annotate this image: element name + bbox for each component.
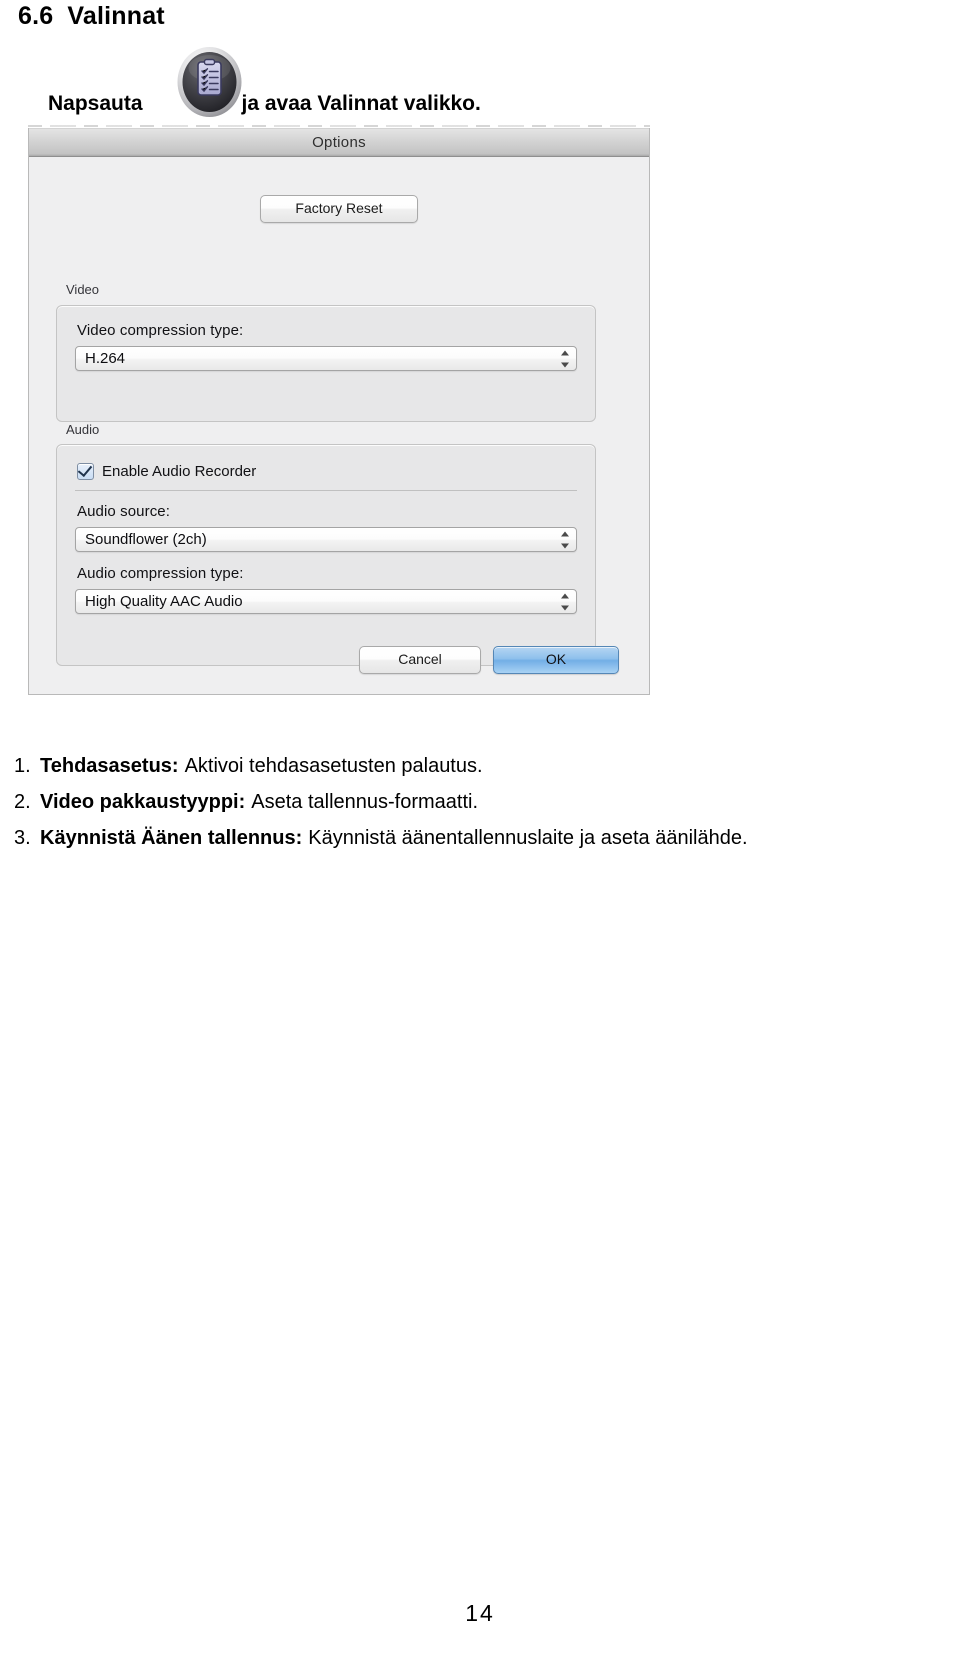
section-title: Valinnat: [67, 2, 165, 30]
step-number: 2.: [14, 791, 31, 813]
step-term: Käynnistä Äänen tallennus:: [40, 827, 303, 849]
factory-reset-button[interactable]: Factory Reset: [260, 195, 418, 223]
step-number: 3.: [14, 827, 31, 849]
video-group-label: Video: [62, 282, 104, 297]
dialog-body: Factory Reset Video Video compression ty…: [29, 157, 649, 694]
list-item: 3. Käynnistä Äänen tallennus: Käynnistä ä…: [14, 820, 950, 856]
divider: [75, 490, 577, 491]
instruction-text-after: ja avaa Valinnat valikko.: [241, 92, 481, 115]
audio-compression-select[interactable]: High Quality AAC Audio: [75, 589, 577, 614]
list-item: 1. Tehdasasetus: Aktivoi tehdasasetusten …: [14, 748, 950, 784]
steps-list: 1. Tehdasasetus: Aktivoi tehdasasetusten …: [14, 748, 950, 856]
audio-group-label: Audio: [62, 422, 104, 437]
audio-source-label: Audio source:: [77, 503, 171, 520]
instruction-text-before: Napsauta: [48, 92, 143, 115]
step-term: Video pakkaustyyppi:: [40, 791, 246, 813]
page-number: 14: [465, 1600, 495, 1626]
chevron-updown-icon[interactable]: [560, 531, 569, 548]
ok-button[interactable]: OK: [493, 646, 619, 674]
enable-audio-recorder-label: Enable Audio Recorder: [102, 463, 257, 480]
step-description: Aseta tallennus-formaatti.: [251, 791, 479, 813]
options-clipboard-icon: [176, 46, 243, 118]
checkmark-icon: [77, 461, 93, 478]
section-number: 6.6: [18, 2, 54, 30]
audio-group: Enable Audio Recorder Audio source: Soun…: [56, 444, 596, 666]
audio-compression-value: High Quality AAC Audio: [85, 593, 243, 610]
chevron-updown-icon[interactable]: [560, 593, 569, 610]
page-title: 6.6 Valinnat: [18, 2, 165, 31]
video-group: Video compression type: H.264: [56, 305, 596, 422]
step-description: Aktivoi tehdasasetusten palautus.: [184, 755, 483, 777]
audio-source-value: Soundflower (2ch): [85, 531, 207, 548]
audio-compression-label: Audio compression type:: [77, 565, 244, 582]
dialog-title: Options: [312, 134, 366, 151]
cancel-button[interactable]: Cancel: [359, 646, 481, 674]
step-term: Tehdasasetus:: [40, 755, 179, 777]
video-compression-value: H.264: [85, 350, 126, 367]
step-number: 1.: [14, 755, 31, 777]
video-compression-label: Video compression type:: [77, 322, 244, 339]
dialog-footer: Cancel OK: [359, 646, 619, 674]
video-compression-select[interactable]: H.264: [75, 346, 577, 371]
audio-source-select[interactable]: Soundflower (2ch): [75, 527, 577, 552]
dialog-titlebar[interactable]: Options: [29, 128, 649, 157]
options-dialog: Options Factory Reset Video Video compre…: [28, 128, 650, 695]
enable-audio-recorder-row[interactable]: Enable Audio Recorder: [75, 461, 577, 480]
enable-audio-recorder-checkbox[interactable]: [77, 461, 94, 480]
chevron-updown-icon[interactable]: [560, 350, 569, 367]
instruction-line: Napsauta ja avaa Valinnat valikko.: [48, 84, 481, 124]
list-item: 2. Video pakkaustyyppi: Aseta tallennus-f…: [14, 784, 950, 820]
step-description: Käynnistä äänentallennuslaite ja aseta ä…: [308, 827, 748, 849]
